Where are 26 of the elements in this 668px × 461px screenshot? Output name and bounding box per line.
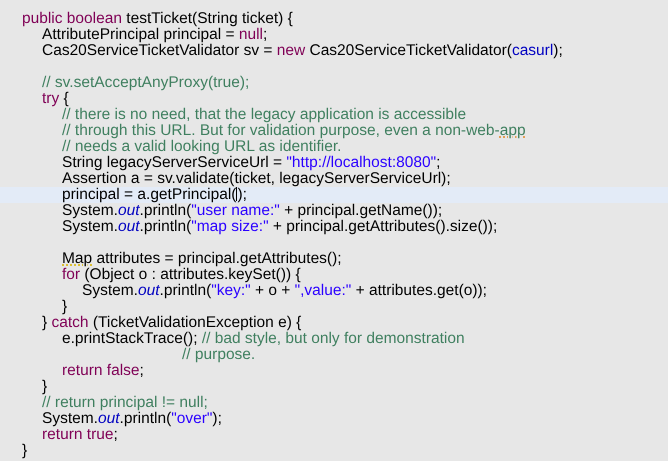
code-line: // sv.setAcceptAnyProxy(true);	[41, 75, 250, 91]
code-line: System.out.println("key:" + o + ",value:" + attributes.get(o));	[81, 283, 487, 299]
code-line: AttributePrincipal principal = null;	[42, 27, 268, 43]
code-line: // needs a valid looking URL as identifier.	[61, 139, 342, 155]
code-line: e.printStackTrace(); // bad style, but only for demonstration	[61, 331, 465, 347]
code-editor[interactable]	[0, 0, 668, 461]
code-line: }	[21, 443, 28, 459]
code-line: } catch (TicketValidationException e) {	[41, 315, 302, 331]
code-line: Cas20ServiceTicketValidator sv = new Cas20ServiceTicketValidator(casurl);	[41, 43, 563, 59]
code-line: try {	[41, 91, 69, 107]
code-line: return true;	[41, 427, 118, 443]
code-line: // through this URL. But for validation purpose, even a non-web-app	[61, 123, 526, 139]
code-line: Map attributes = principal.getAttributes();	[61, 251, 342, 267]
code-line: System.out.println("user name:" + principal.getName());	[61, 203, 442, 219]
code-line: for (Object o : attributes.keySet()) {	[61, 267, 301, 283]
code-line: // there is no need, that the legacy application is accessible	[61, 107, 466, 123]
code-line: public boolean testTicket(String ticket) {	[21, 11, 293, 27]
code-line: String legacyServerServiceUrl = "http://localhost:8080";	[61, 155, 440, 171]
code-line: System.out.println("over");	[41, 411, 222, 427]
code-line: }	[41, 379, 48, 395]
code-line: // purpose.	[182, 347, 256, 363]
code-line: return false;	[61, 363, 144, 379]
code-line: Assertion a = sv.validate(ticket, legacyServerServiceUrl);	[61, 171, 451, 187]
code-line: // return principal != null;	[41, 395, 208, 411]
code-line: System.out.println("map size:" + principal.getAttributes().size());	[61, 219, 498, 235]
code-line: }	[61, 299, 68, 315]
